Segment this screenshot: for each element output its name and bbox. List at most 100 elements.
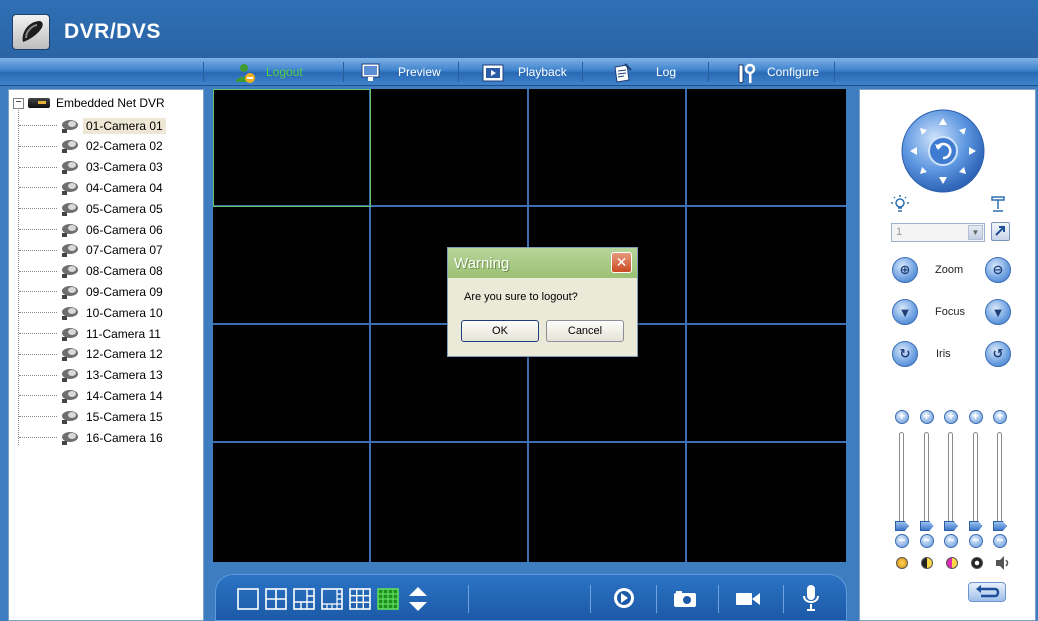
layout-1x1-button[interactable] xyxy=(237,588,259,615)
hue-slider-thumb[interactable] xyxy=(968,521,983,531)
nav-item-log[interactable]: Log xyxy=(612,60,676,84)
zoom-out-button[interactable]: ⊖ xyxy=(985,257,1011,283)
focus-near-button[interactable]: ▼ xyxy=(892,299,918,325)
preset-select[interactable]: 1 ▼ xyxy=(891,223,985,242)
tree-camera-item[interactable]: 08-Camera 08 xyxy=(19,262,166,281)
volume-slider-thumb[interactable] xyxy=(993,521,1007,531)
video-cell[interactable] xyxy=(371,443,529,562)
tree-camera-item[interactable]: 09-Camera 09 xyxy=(19,282,166,301)
tree-root-node[interactable]: − Embedded Net DVR xyxy=(13,95,165,111)
layout-1plus7-button[interactable] xyxy=(321,588,343,615)
preset-goto-button[interactable] xyxy=(991,222,1010,241)
tree-camera-item[interactable]: 02-Camera 02 xyxy=(19,137,166,156)
microphone-icon[interactable] xyxy=(802,584,820,617)
page-up-down-icon[interactable] xyxy=(407,585,429,618)
tree-camera-label: 05-Camera 05 xyxy=(86,201,163,216)
brightness-increase-button[interactable]: + xyxy=(895,410,909,424)
tree-camera-item[interactable]: 15-Camera 15 xyxy=(19,407,166,426)
nav-item-logout[interactable]: Logout xyxy=(234,60,303,84)
volume-decrease-button[interactable]: − xyxy=(993,534,1007,548)
light-bulb-icon[interactable] xyxy=(890,194,910,219)
contrast-slider-thumb[interactable] xyxy=(919,521,934,531)
notepad-icon xyxy=(612,62,632,83)
tree-connector xyxy=(19,270,57,272)
volume-increase-button[interactable]: + xyxy=(993,410,1007,424)
hue-slider-track[interactable] xyxy=(972,432,978,528)
snapshot-camera-icon[interactable] xyxy=(673,590,697,613)
cctv-camera-icon xyxy=(59,242,79,258)
cctv-camera-icon xyxy=(59,138,79,154)
tree-camera-label: 12-Camera 12 xyxy=(86,347,163,362)
saturation-decrease-button[interactable]: − xyxy=(944,534,958,548)
video-cell[interactable] xyxy=(687,89,846,207)
brightness-slider-track[interactable] xyxy=(899,432,904,528)
volume-slider: + − xyxy=(990,410,1010,570)
video-cell[interactable] xyxy=(529,443,687,562)
focus-far-button[interactable]: ▼ xyxy=(985,299,1011,325)
wiper-icon[interactable] xyxy=(988,194,1008,219)
film-icon xyxy=(482,62,504,82)
tree-camera-item[interactable]: 06-Camera 06 xyxy=(19,220,166,239)
tree-camera-item[interactable]: 05-Camera 05 xyxy=(19,199,166,218)
contrast-decrease-button[interactable]: − xyxy=(919,534,934,548)
video-cell[interactable] xyxy=(213,89,371,207)
chevron-down-icon[interactable]: ▼ xyxy=(968,225,983,240)
saturation-slider-track[interactable] xyxy=(948,432,953,528)
tree-camera-item[interactable]: 10-Camera 10 xyxy=(19,303,166,322)
tree-camera-item[interactable]: 12-Camera 12 xyxy=(19,345,166,364)
layout-2x2-button[interactable] xyxy=(265,588,287,615)
tree-camera-item[interactable]: 03-Camera 03 xyxy=(19,158,166,177)
cctv-camera-icon xyxy=(59,201,79,217)
nav-item-configure[interactable]: Configure xyxy=(735,60,819,84)
cancel-button[interactable]: Cancel xyxy=(546,320,624,342)
hue-decrease-button[interactable]: − xyxy=(968,534,983,548)
nav-item-preview[interactable]: Preview xyxy=(360,60,441,84)
tree-camera-item[interactable]: 01-Camera 01 xyxy=(19,116,166,135)
saturation-increase-button[interactable]: + xyxy=(944,410,958,424)
layout-1plus5-button[interactable] xyxy=(293,588,315,615)
bottom-toolbar xyxy=(215,574,847,621)
tree-connector xyxy=(19,374,57,376)
tree-camera-item[interactable]: 11-Camera 11 xyxy=(19,324,164,343)
tree-camera-item[interactable]: 07-Camera 07 xyxy=(19,241,166,260)
iris-close-button[interactable]: ↺ xyxy=(985,341,1011,367)
video-cell[interactable] xyxy=(687,325,846,443)
ptz-direction-wheel[interactable] xyxy=(900,108,986,199)
layout-3x3-button[interactable] xyxy=(349,588,371,615)
video-cell[interactable] xyxy=(213,325,371,443)
record-video-icon[interactable] xyxy=(735,591,761,612)
dialog-close-button[interactable]: ✕ xyxy=(611,252,632,273)
cctv-camera-icon xyxy=(59,388,79,404)
tree-camera-item[interactable]: 04-Camera 04 xyxy=(19,178,166,197)
iris-open-button[interactable]: ↻ xyxy=(892,341,918,367)
contrast-slider-track[interactable] xyxy=(923,432,929,528)
tree-connector xyxy=(19,291,57,293)
saturation-slider-thumb[interactable] xyxy=(944,521,958,531)
nav-separator xyxy=(834,62,835,82)
nav-item-playback[interactable]: Playback xyxy=(482,60,567,84)
video-cell[interactable] xyxy=(687,443,846,562)
tree-camera-item[interactable]: 13-Camera 13 xyxy=(19,366,166,385)
brightness-decrease-button[interactable]: − xyxy=(895,534,909,548)
tree-camera-item[interactable]: 14-Camera 14 xyxy=(19,386,166,405)
video-cell[interactable] xyxy=(371,89,529,207)
hue-increase-button[interactable]: + xyxy=(968,410,983,424)
dvr-app-window: DVR/DVS Logout Preview Playback Log Conf… xyxy=(0,0,1038,621)
tree-camera-item[interactable]: 16-Camera 16 xyxy=(19,428,166,447)
video-cell[interactable] xyxy=(529,89,687,207)
tree-collapse-toggle[interactable]: − xyxy=(13,97,24,109)
start-preview-icon[interactable] xyxy=(613,587,635,614)
volume-slider-track[interactable] xyxy=(997,432,1002,528)
cctv-camera-icon xyxy=(59,409,79,425)
contrast-increase-button[interactable]: + xyxy=(919,410,934,424)
video-cell[interactable] xyxy=(213,443,371,562)
video-cell[interactable] xyxy=(213,207,371,325)
brightness-slider-thumb[interactable] xyxy=(895,521,909,531)
dialog-message: Are you sure to logout? xyxy=(464,291,578,303)
tree-root-label: Embedded Net DVR xyxy=(56,96,165,110)
video-cell[interactable] xyxy=(687,207,846,325)
ok-button[interactable]: OK xyxy=(461,320,539,342)
zoom-in-button[interactable]: ⊕ xyxy=(892,257,918,283)
layout-4x4-button[interactable] xyxy=(377,588,399,615)
restore-default-button[interactable] xyxy=(968,582,1006,602)
